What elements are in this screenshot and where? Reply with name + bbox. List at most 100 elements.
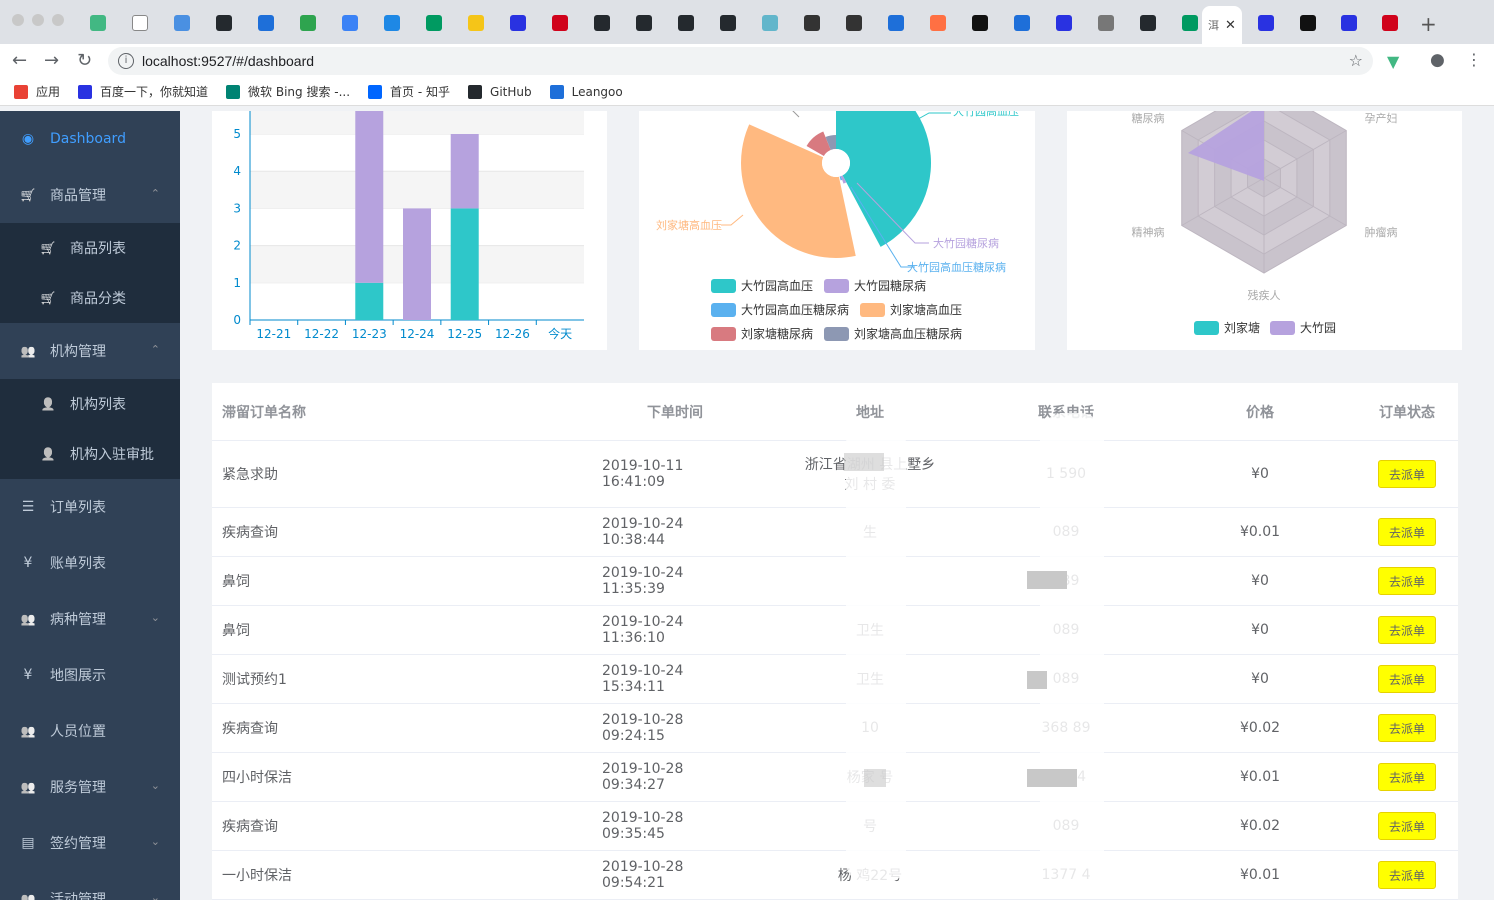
browser-tab[interactable] (1331, 10, 1367, 36)
browser-tab[interactable] (1088, 10, 1124, 36)
browser-tab[interactable] (164, 10, 200, 36)
tab-favicon-icon (258, 15, 274, 31)
user-icon: 👥 (20, 724, 36, 738)
sidebar-item[interactable]: 👥 人员位置 (0, 703, 180, 759)
sidebar-item[interactable]: 👥 活动管理 ⌄ (0, 871, 180, 900)
sidebar-item[interactable]: ¥ 账单列表 (0, 535, 180, 591)
sidebar-item[interactable]: ☰ 订单列表 (0, 479, 180, 535)
browser-tab[interactable] (962, 10, 998, 36)
radar-chart: 糖尿病 孕产妇肿瘤病残疾人 精神病刘家塘 大竹园 (1132, 82, 1398, 335)
sidebar-item[interactable]: ¥ 地图展示 (0, 647, 180, 703)
sidebar-item[interactable]: 👥 病种管理 ⌄ (0, 591, 180, 647)
dispatch-order-button[interactable]: 去派单 (1378, 567, 1436, 595)
legend-swatch (711, 327, 736, 341)
browser-tab[interactable] (1248, 10, 1284, 36)
maximize-window-button[interactable] (52, 14, 64, 26)
sidebar-item-label: 活动管理 (50, 892, 106, 900)
browser-tab[interactable] (794, 10, 830, 36)
status-cell: 去派单 (1362, 508, 1452, 556)
leangoo-icon (549, 84, 564, 99)
bookmark-item[interactable]: 应用 (14, 83, 60, 100)
bookmark-item[interactable]: Leangoo (549, 84, 623, 99)
browser-tab[interactable] (878, 10, 914, 36)
menu-kebab-icon[interactable]: ⋮ (1466, 50, 1482, 69)
close-window-button[interactable] (12, 14, 24, 26)
sidebar-item[interactable]: 🛒 商品管理 ⌃ (0, 167, 180, 223)
browser-tab[interactable] (836, 10, 872, 36)
sidebar-item[interactable]: ◉ Dashboard (0, 111, 180, 167)
browser-tab[interactable] (290, 10, 326, 36)
tab-favicon-icon (510, 15, 526, 31)
sidebar-item[interactable]: 👤 机构入驻审批 (0, 429, 180, 479)
browser-tab[interactable] (584, 10, 620, 36)
sidebar-item[interactable]: 🛒 商品分类 (0, 273, 180, 323)
browser-tab[interactable] (206, 10, 242, 36)
radar-indicator-label: 糖尿病 (1132, 111, 1165, 125)
legend-swatch (860, 303, 885, 317)
minimize-window-button[interactable] (32, 14, 44, 26)
browser-tab[interactable] (542, 10, 578, 36)
sidebar-item[interactable]: 👥 服务管理 ⌄ (0, 759, 180, 815)
browser-tab[interactable] (752, 10, 788, 36)
browser-tab[interactable] (1004, 10, 1040, 36)
browser-tab[interactable] (332, 10, 368, 36)
sidebar-item[interactable]: 👤 机构列表 (0, 379, 180, 429)
x-tick-label: 12-24 (400, 327, 435, 341)
active-tab[interactable]: 洱 ✕ (1202, 6, 1242, 44)
status-cell: 去派单 (1362, 655, 1452, 703)
sidebar-item[interactable]: ▤ 签约管理 ⌄ (0, 815, 180, 871)
vue-devtools-icon[interactable]: ▼ (1387, 52, 1399, 71)
sidebar-item-label: 机构管理 (50, 344, 106, 360)
address-bar[interactable]: i localhost:9527/#/dashboard ☆ (108, 47, 1373, 75)
tab-favicon-icon (1098, 15, 1114, 31)
sidebar-item[interactable]: 🛒 商品列表 (0, 223, 180, 273)
browser-tab[interactable] (500, 10, 536, 36)
bookmark-item[interactable]: 百度一下，你就知道 (78, 83, 208, 100)
browser-tab[interactable] (1290, 10, 1326, 36)
browser-tab[interactable] (248, 10, 284, 36)
privacy-blur-address (846, 423, 906, 883)
bookmark-item[interactable]: GitHub (468, 84, 532, 99)
browser-tab[interactable] (626, 10, 662, 36)
sidebar-item-label: 机构入驻审批 (70, 447, 154, 463)
bookmark-item[interactable]: 微软 Bing 搜索 -... (226, 83, 350, 100)
dispatch-order-button[interactable]: 去派单 (1378, 518, 1436, 546)
profile-icon[interactable]: ● (1430, 50, 1445, 70)
browser-tab[interactable] (1130, 10, 1166, 36)
browser-tab[interactable] (668, 10, 704, 36)
dispatch-order-button[interactable]: 去派单 (1378, 616, 1436, 644)
browser-tab[interactable] (122, 10, 158, 36)
reload-button[interactable]: ↻ (77, 50, 92, 71)
browser-tab[interactable] (920, 10, 956, 36)
table-row: 紧急求助2019-10-11 16:41:09浙江省湖州 县上墅乡 刘 村 委1… (212, 441, 1458, 508)
y-tick-label: 4 (233, 164, 241, 178)
browser-tab[interactable] (458, 10, 494, 36)
browser-tab[interactable] (374, 10, 410, 36)
y-tick-label: 0 (233, 313, 241, 327)
forward-button[interactable]: → (44, 50, 59, 71)
browser-tab[interactable] (1372, 10, 1408, 36)
browser-tab[interactable] (416, 10, 452, 36)
dispatch-order-button[interactable]: 去派单 (1378, 812, 1436, 840)
sidebar-item[interactable]: 👥 机构管理 ⌃ (0, 323, 180, 379)
status-cell: 去派单 (1362, 441, 1452, 507)
bookmark-star-icon[interactable]: ☆ (1349, 51, 1363, 70)
site-info-icon[interactable]: i (118, 53, 134, 69)
tab-favicon-icon (678, 15, 694, 31)
dispatch-order-button[interactable]: 去派单 (1378, 460, 1436, 488)
back-button[interactable]: ← (12, 50, 27, 71)
dispatch-order-button[interactable]: 去派单 (1378, 665, 1436, 693)
radar-indicator-label: 孕产妇 (1365, 111, 1398, 125)
tab-favicon-icon (888, 15, 904, 31)
new-tab-button[interactable]: + (1420, 12, 1437, 36)
browser-tab[interactable] (710, 10, 746, 36)
zhihu-icon (368, 84, 383, 99)
label-line (788, 106, 800, 118)
dispatch-order-button[interactable]: 去派单 (1378, 763, 1436, 791)
bookmark-item[interactable]: 首页 - 知乎 (368, 83, 450, 100)
dispatch-order-button[interactable]: 去派单 (1378, 861, 1436, 889)
dispatch-order-button[interactable]: 去派单 (1378, 714, 1436, 742)
browser-tab[interactable] (1046, 10, 1082, 36)
close-tab-icon[interactable]: ✕ (1225, 18, 1236, 33)
browser-tab[interactable] (80, 10, 116, 36)
